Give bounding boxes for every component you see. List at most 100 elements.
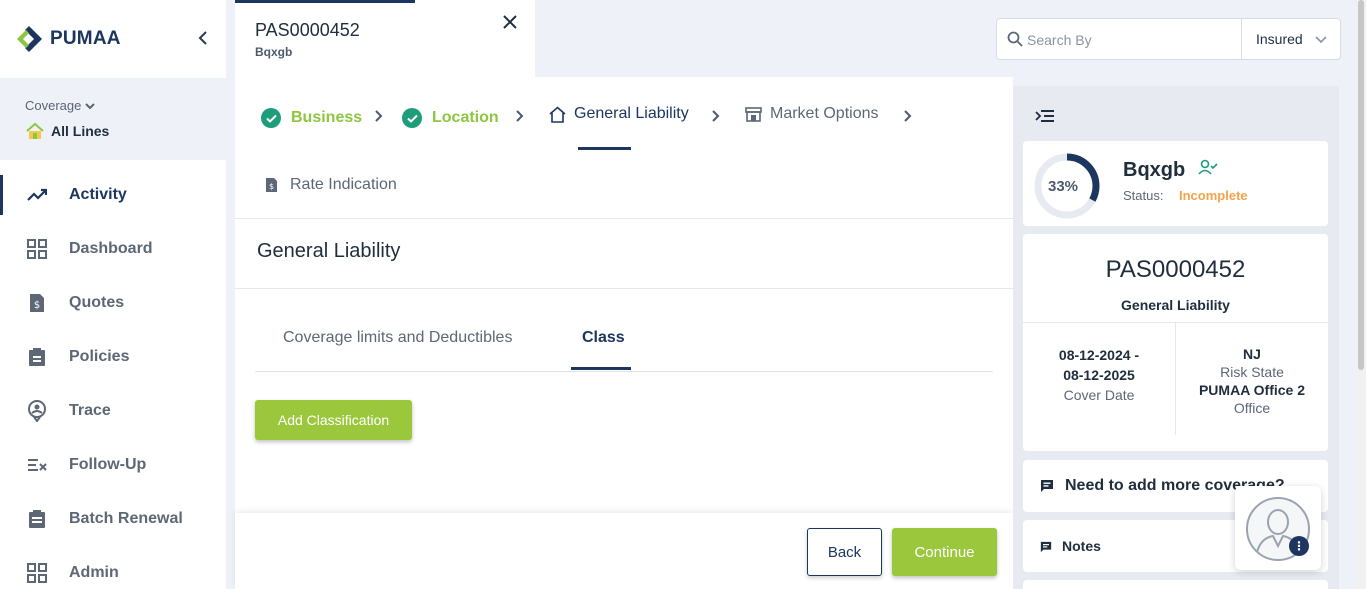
- insured-card: 33% Bqxgb Status: Incomplete: [1023, 141, 1328, 226]
- sidebar-item-label: Activity: [69, 186, 127, 203]
- sidebar-item-quotes[interactable]: $ Quotes: [0, 276, 226, 330]
- tab-coverage-limits[interactable]: Coverage limits and Deductibles: [283, 329, 512, 347]
- coverage-value: All Lines: [25, 122, 109, 140]
- trending-up-icon: [26, 184, 48, 206]
- tab-class[interactable]: Class: [582, 329, 625, 347]
- divider: [235, 288, 1013, 289]
- house-icon: [26, 122, 44, 139]
- comment-icon: [1040, 479, 1054, 498]
- policy-type: General Liability: [1121, 297, 1230, 313]
- sidebar-item-policies[interactable]: Policies: [0, 330, 226, 384]
- continue-button[interactable]: Continue: [892, 528, 997, 576]
- status-badge: Incomplete: [1179, 188, 1248, 203]
- cover-date-block: 08-12-2024 - 08-12-2025 Cover Date: [1023, 345, 1175, 405]
- step-business[interactable]: Business: [261, 108, 362, 128]
- date-end: 08-12-2025: [1063, 367, 1135, 383]
- sidebar-item-activity[interactable]: Activity: [0, 168, 226, 222]
- grid-icon: [26, 238, 48, 260]
- search-icon: [1007, 31, 1023, 52]
- coverage-selector[interactable]: Coverage All Lines: [0, 78, 226, 160]
- cover-date-label: Cover Date: [1063, 387, 1135, 403]
- comment-icon: [1040, 540, 1052, 558]
- chevron-right-icon: [904, 109, 912, 127]
- divider: [235, 218, 1013, 219]
- search-input[interactable]: [1027, 29, 1227, 51]
- clipboard-list-icon: [26, 508, 48, 530]
- sidebar-item-follow-up[interactable]: Follow-Up: [0, 438, 226, 492]
- step-market-options[interactable]: Market Options: [745, 105, 878, 123]
- search-type-select[interactable]: Insured: [1256, 31, 1303, 47]
- step-label: Location: [432, 109, 499, 126]
- section-title: General Liability: [257, 240, 401, 262]
- risk-state: NJ: [1243, 346, 1261, 362]
- sidebar-item-admin[interactable]: Admin: [0, 546, 226, 589]
- progress-value: 33%: [1048, 178, 1079, 195]
- sidebar-item-trace[interactable]: Trace: [0, 384, 226, 438]
- chevron-down-icon[interactable]: [1315, 31, 1327, 49]
- svg-text:$: $: [34, 300, 40, 311]
- svg-text:$: $: [269, 182, 274, 191]
- scrollbar[interactable]: [1356, 0, 1366, 589]
- sidebar-item-label: Quotes: [69, 294, 125, 311]
- sidebar-nav: Activity Dashboard $ Quotes Policies Tra…: [0, 168, 226, 589]
- check-circle-icon: [261, 108, 281, 128]
- risk-state-label: Risk State: [1220, 364, 1284, 380]
- scrollbar-thumb[interactable]: [1358, 0, 1364, 370]
- location-user-icon: [26, 400, 48, 422]
- step-label: Business: [291, 109, 363, 126]
- step-label: Rate Indication: [290, 176, 397, 193]
- tab-subtitle: Bqxgb: [255, 45, 293, 59]
- date-start: 08-12-2024 -: [1058, 347, 1140, 363]
- step-label: Market Options: [770, 105, 879, 122]
- sidebar-item-label: Admin: [69, 564, 119, 581]
- policy-card: PAS0000452 General Liability 08-12-2024 …: [1023, 234, 1328, 451]
- sidebar-item-label: Trace: [69, 402, 111, 419]
- insured-name: Bqxgb: [1123, 159, 1186, 181]
- tab-active-indicator: [235, 0, 415, 3]
- notes-label: Notes: [1062, 538, 1101, 554]
- search-divider: [1241, 19, 1242, 59]
- sidebar: PUMAA Coverage All Lines Activity Dashbo…: [0, 0, 226, 589]
- logo[interactable]: PUMAA: [14, 24, 121, 54]
- home-icon: [549, 105, 566, 123]
- office-name: PUMAA Office 2: [1198, 382, 1306, 398]
- clipboard-icon: [26, 346, 48, 368]
- policy-tab[interactable]: PAS0000452 Bqxgb: [235, 0, 535, 77]
- chevron-right-icon: [712, 109, 720, 127]
- risk-office-block: NJ Risk State PUMAA Office 2 Office: [1176, 345, 1328, 417]
- close-icon[interactable]: [503, 12, 517, 35]
- store-icon: [745, 106, 762, 122]
- add-classification-button[interactable]: Add Classification: [255, 400, 412, 440]
- chevron-right-icon: [516, 109, 524, 127]
- dollar-doc-icon: $: [265, 177, 278, 193]
- step-rate-indication[interactable]: $ Rate Indication: [265, 176, 397, 194]
- list-check-icon: [26, 454, 48, 476]
- assistant-avatar[interactable]: ⋮: [1235, 486, 1321, 570]
- more-options-icon[interactable]: ⋮: [1289, 536, 1309, 556]
- step-active-indicator: [578, 147, 631, 150]
- pumaa-logo-icon: [17, 26, 42, 52]
- sidebar-item-label: Policies: [69, 348, 130, 365]
- collapse-sidebar-icon[interactable]: [198, 31, 208, 50]
- status-label: Status:: [1123, 188, 1164, 203]
- sidebar-item-dashboard[interactable]: Dashboard: [0, 222, 226, 276]
- back-button[interactable]: Back: [807, 528, 882, 576]
- footer-actions: Back Continue: [235, 513, 1013, 589]
- tab-title: PAS0000452: [255, 20, 360, 40]
- step-label: General Liability: [574, 105, 689, 122]
- sidebar-item-label: Follow-Up: [69, 456, 147, 473]
- dollar-doc-icon: $: [26, 292, 48, 314]
- chevron-down-icon: [85, 103, 95, 110]
- check-circle-icon: [402, 108, 422, 128]
- step-general-liability[interactable]: General Liability: [549, 105, 689, 123]
- sidebar-item-batch-renewal[interactable]: Batch Renewal: [0, 492, 226, 546]
- step-location[interactable]: Location: [402, 108, 499, 128]
- chevron-right-icon: [375, 109, 383, 127]
- collapse-panel-icon[interactable]: [1035, 108, 1055, 129]
- user-check-icon: [1198, 159, 1218, 180]
- sidebar-item-label: Batch Renewal: [69, 510, 183, 527]
- summary-card-partial: [1023, 580, 1328, 589]
- divider: [255, 371, 993, 372]
- search-bar: Insured: [996, 18, 1341, 60]
- office-label: Office: [1233, 400, 1271, 416]
